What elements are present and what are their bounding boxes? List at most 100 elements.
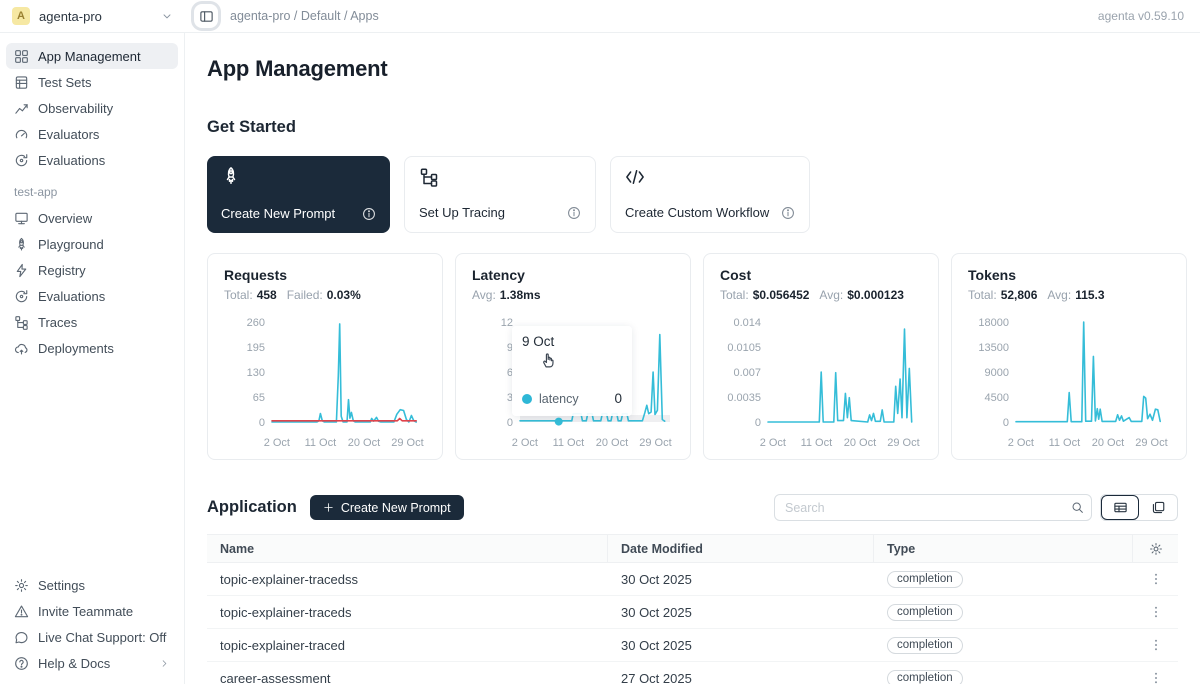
type-badge: completion (887, 604, 963, 621)
column-settings-cell[interactable] (1133, 535, 1178, 562)
dots-vertical-icon (1149, 605, 1163, 619)
svg-text:20 Oct: 20 Oct (348, 437, 380, 449)
get-started-card-create-new-prompt[interactable]: Create New Prompt (207, 156, 390, 233)
metric-failed: Failed:0.03% (287, 288, 361, 302)
sidebar-item-test-sets[interactable]: Test Sets (6, 69, 178, 95)
type-badge: completion (887, 571, 963, 588)
get-started-card-create-custom-workflow[interactable]: Create Custom Workflow (610, 156, 810, 233)
column-header-name: Name (207, 535, 608, 562)
row-menu-button[interactable] (1146, 635, 1166, 655)
sidebar-item-label: Help & Docs (38, 656, 110, 671)
metric-avg: Avg:115.3 (1047, 288, 1104, 302)
stat-card-cost: CostTotal:$0.056452Avg:$0.0001230.0140.0… (703, 253, 939, 460)
row-actions-cell (1133, 629, 1179, 661)
cursor-pointer-icon (538, 350, 557, 369)
sidebar-item-invite-teammate[interactable]: Invite Teammate (6, 598, 178, 624)
svg-text:20 Oct: 20 Oct (1092, 437, 1124, 449)
breadcrumb[interactable]: agenta-pro / Default / Apps (230, 9, 379, 23)
card-view-icon (1151, 500, 1166, 515)
svg-text:2 Oct: 2 Oct (1008, 437, 1034, 449)
svg-text:11 Oct: 11 Oct (1049, 437, 1081, 449)
sidebar-item-label: Evaluators (38, 127, 99, 142)
sidebar-toggle-button[interactable] (194, 4, 218, 28)
sidebar-item-label: Invite Teammate (38, 604, 133, 619)
sidebar-main-group: App ManagementTest SetsObservability Eval… (6, 43, 178, 173)
stat-card-requests: RequestsTotal:458Failed:0.03%26019513065… (207, 253, 443, 460)
get-started-card-set-up-tracing[interactable]: Set Up Tracing (404, 156, 596, 233)
sidebar-app-group: OverviewPlayground Registry Evaluations Tra… (6, 205, 178, 361)
stat-card-tokens: TokensTotal:52,806Avg:115.31800013500900… (951, 253, 1187, 460)
sidebar-item-evaluations[interactable]: Evaluations (6, 283, 178, 309)
sidebar-item-label: Evaluations (38, 289, 105, 304)
sidebar-item-label: Registry (38, 263, 86, 278)
svg-text:0: 0 (755, 417, 761, 429)
type-cell: completion (874, 596, 1133, 628)
row-menu-button[interactable] (1146, 569, 1166, 589)
type-cell: completion (874, 563, 1133, 595)
app-name-cell: topic-explainer-tracedss (207, 563, 608, 595)
svg-text:11 Oct: 11 Oct (305, 437, 337, 449)
sidebar-item-evaluators[interactable]: Evaluators (6, 121, 178, 147)
chart-cost[interactable]: 0.0140.01050.0070.003502 Oct11 Oct20 Oct… (720, 310, 922, 456)
table-row[interactable]: career-assessment27 Oct 2025completion (207, 662, 1178, 684)
type-cell: completion (874, 662, 1133, 684)
svg-text:4500: 4500 (985, 392, 1009, 404)
row-actions-cell (1133, 563, 1179, 595)
sidebar-item-settings[interactable]: Settings (6, 572, 178, 598)
card-label-row: Set Up Tracing (419, 205, 581, 220)
traces-icon (14, 315, 29, 330)
sidebar-item-evaluations[interactable]: Evaluations (6, 147, 178, 173)
table-row[interactable]: topic-explainer-traced30 Oct 2025complet… (207, 629, 1178, 662)
page-title: App Management (207, 56, 1178, 82)
evaluations-icon (14, 153, 29, 168)
app-name-cell: topic-explainer-traced (207, 629, 608, 661)
tooltip-series-name: latency (539, 392, 579, 406)
sidebar-item-registry[interactable]: Registry (6, 257, 178, 283)
svg-text:12: 12 (501, 317, 513, 329)
table-row[interactable]: topic-explainer-tracedss30 Oct 2025compl… (207, 563, 1178, 596)
sidebar-item-label: Evaluations (38, 153, 105, 168)
chat-icon (14, 630, 29, 645)
search-input[interactable] (775, 501, 1063, 515)
dots-vertical-icon (1149, 572, 1163, 586)
sidebar-item-traces[interactable]: Traces (6, 309, 178, 335)
row-menu-button[interactable] (1146, 668, 1166, 684)
create-new-prompt-label: Create New Prompt (341, 501, 451, 515)
card-view-button[interactable] (1139, 495, 1177, 520)
top-bar: A agenta-pro agenta-pro / Default / Apps… (0, 0, 1200, 33)
sidebar-item-observability[interactable]: Observability (6, 95, 178, 121)
svg-text:11 Oct: 11 Oct (801, 437, 833, 449)
sidebar-item-overview[interactable]: Overview (6, 205, 178, 231)
sidebar-item-playground[interactable]: Playground (6, 231, 178, 257)
date-modified-cell: 30 Oct 2025 (608, 629, 874, 661)
svg-text:0.0035: 0.0035 (727, 392, 761, 404)
workspace-selector[interactable]: A agenta-pro (0, 7, 185, 25)
sidebar-item-app-management[interactable]: App Management (6, 43, 178, 69)
chart-requests[interactable]: 2601951306502 Oct11 Oct20 Oct29 Oct (224, 310, 426, 456)
sidebar-item-help-docs[interactable]: Help & Docs (6, 650, 178, 676)
svg-text:18000: 18000 (978, 317, 1009, 329)
app-name-cell: career-assessment (207, 662, 608, 684)
stat-card-latency: LatencyAvg:1.38ms1296302 Oct11 Oct20 Oct… (455, 253, 691, 460)
svg-text:9000: 9000 (985, 367, 1009, 379)
search-button[interactable] (1063, 495, 1091, 520)
metric-avg: Avg:1.38ms (472, 288, 541, 302)
svg-text:130: 130 (247, 367, 265, 379)
test-sets-icon (14, 75, 29, 90)
rocket-icon (221, 166, 241, 186)
sidebar-item-live-chat-support-off[interactable]: Live Chat Support: Off (6, 624, 178, 650)
table-row[interactable]: topic-explainer-traceds30 Oct 2025comple… (207, 596, 1178, 629)
stat-card-metrics: Total:52,806Avg:115.3 (968, 288, 1170, 302)
row-menu-button[interactable] (1146, 602, 1166, 622)
svg-text:2 Oct: 2 Oct (760, 437, 786, 449)
get-started-cards: Create New Prompt Set Up Tracing Create Cu… (207, 156, 1178, 233)
table-view-button[interactable] (1101, 495, 1139, 520)
metric-avg: Avg:$0.000123 (819, 288, 904, 302)
stat-card-metrics: Avg:1.38ms (472, 288, 674, 302)
svg-text:2 Oct: 2 Oct (264, 437, 290, 449)
chart-tokens[interactable]: 18000135009000450002 Oct11 Oct20 Oct29 O… (968, 310, 1170, 456)
chevron-down-icon (161, 10, 173, 22)
sidebar-item-deployments[interactable]: Deployments (6, 335, 178, 361)
create-new-prompt-button[interactable]: Create New Prompt (310, 495, 464, 520)
monitor-icon (14, 211, 29, 226)
